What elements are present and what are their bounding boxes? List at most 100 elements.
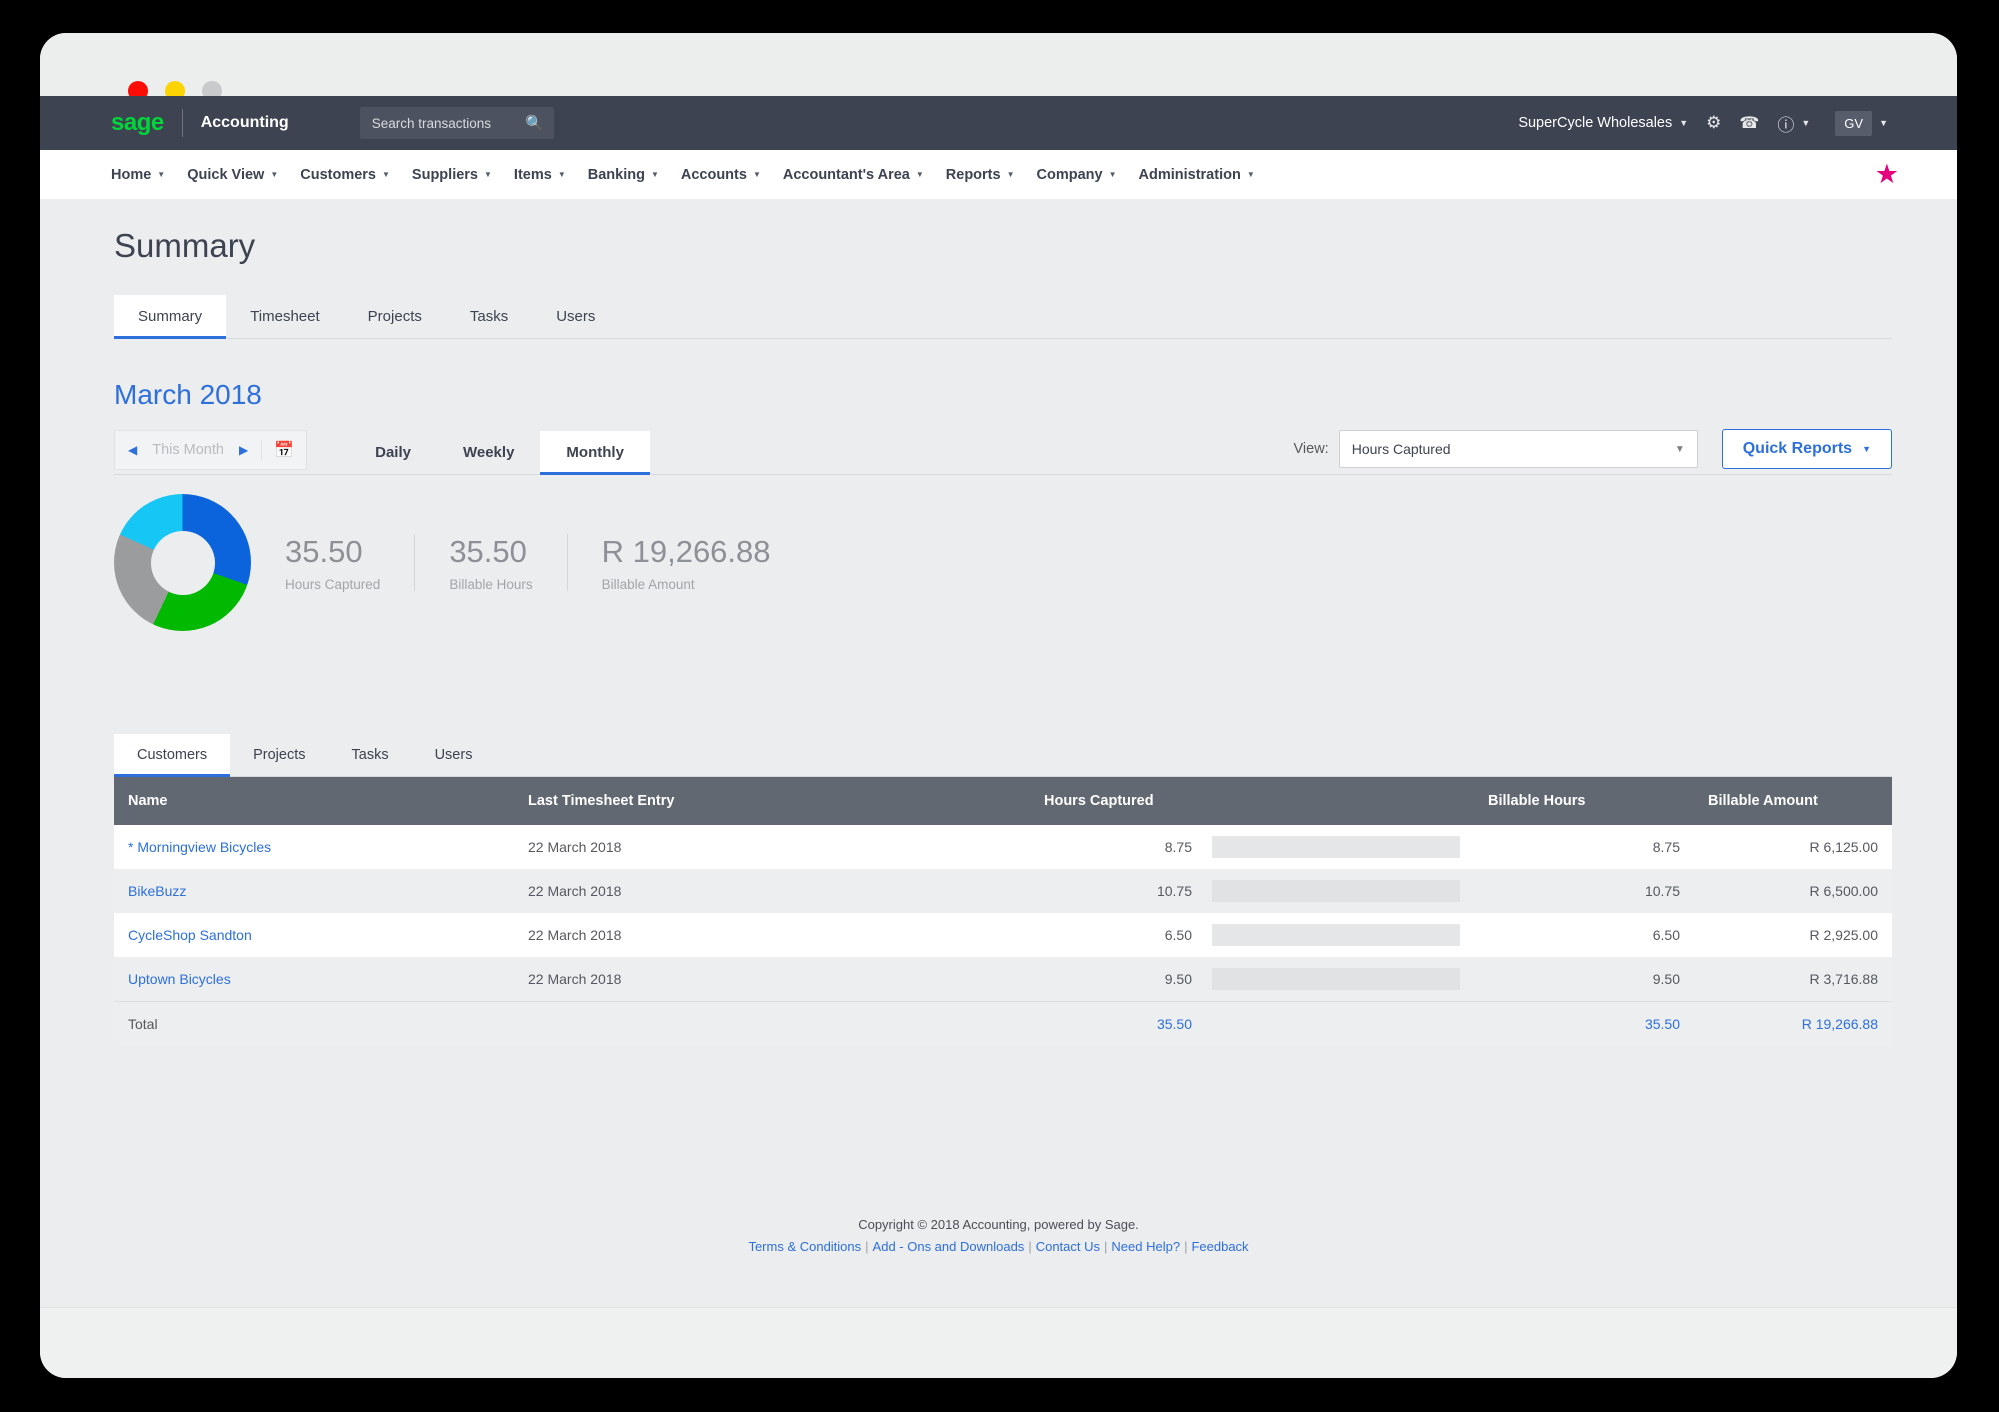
tab-timesheet[interactable]: Timesheet: [226, 295, 343, 338]
chevron-down-icon: ▼: [1006, 170, 1015, 179]
footer-sep: |: [1184, 1239, 1188, 1255]
quick-reports-label: Quick Reports: [1742, 440, 1853, 457]
footer-link-terms[interactable]: Terms & Conditions: [748, 1239, 861, 1254]
breakdown-tab-customers[interactable]: Customers: [114, 734, 231, 777]
user-menu-button[interactable]: GV ▼: [1819, 106, 1897, 140]
menu-item-suppliers[interactable]: Suppliers ▼: [412, 167, 492, 183]
table-row[interactable]: CycleShop Sandton 22 March 2018 6.50 6.50 R …: [114, 913, 1892, 957]
avatar: GV: [1835, 110, 1873, 136]
search-icon[interactable]: 🔍: [525, 114, 544, 132]
hours-captured-donut-chart: [114, 494, 251, 631]
search-box[interactable]: 🔍: [359, 107, 554, 139]
column-header-billable-hours[interactable]: Billable Hours: [1474, 777, 1694, 825]
breakdown-tab-users[interactable]: Users: [412, 734, 496, 776]
calendar-icon[interactable]: 📅: [261, 440, 306, 460]
star-icon[interactable]: ★: [1875, 161, 1899, 188]
cell-billable-amount: R 6,500.00: [1694, 869, 1892, 913]
menu-item-items[interactable]: Items ▼: [514, 167, 566, 183]
cell-last-timesheet-entry: 22 March 2018: [514, 957, 914, 1002]
menu-item-accounts[interactable]: Accounts ▼: [681, 167, 761, 183]
menu-label: Items: [513, 166, 552, 183]
stat-label: Billable Hours: [449, 577, 533, 593]
view-select-value: Hours Captured: [1351, 441, 1451, 457]
column-header-name[interactable]: Name: [114, 777, 514, 825]
hours-captured-value: 9.50: [1164, 971, 1192, 987]
stat-billable-hours: 35.50 Billable Hours: [415, 533, 566, 592]
column-header-last-entry[interactable]: Last Timesheet Entry: [514, 777, 914, 825]
month-navigator: ◀ This Month ▶ 📅: [114, 430, 308, 470]
stat-label: Billable Amount: [601, 577, 695, 593]
phone-support-button[interactable]: ☎: [1730, 106, 1768, 140]
page-content: Summary Summary Timesheet Projects Tasks…: [40, 199, 1957, 1309]
cell-hours-captured: 10.75: [914, 869, 1474, 913]
menu-item-home[interactable]: Home ▼: [111, 167, 165, 183]
tab-projects[interactable]: Projects: [344, 295, 446, 338]
chevron-down-icon: ▼: [1674, 443, 1685, 455]
tab-users[interactable]: Users: [532, 295, 619, 338]
total-hours-captured-value: 35.50: [1156, 1016, 1192, 1032]
stat-hours-captured: 35.50 Hours Captured: [251, 533, 414, 592]
cell-name: CycleShop Sandton: [114, 913, 514, 957]
chevron-down-icon: ▼: [484, 170, 492, 179]
table-row[interactable]: Uptown Bicycles 22 March 2018 9.50 9.50 R 3,…: [114, 957, 1892, 1002]
column-header-hours-captured[interactable]: Hours Captured: [914, 777, 1474, 825]
cell-billable-hours: 8.75: [1474, 825, 1694, 869]
menu-item-administration[interactable]: Administration ▼: [1139, 167, 1255, 183]
menu-item-banking[interactable]: Banking ▼: [588, 167, 659, 183]
footer-link-contact[interactable]: Contact Us: [1036, 1239, 1100, 1254]
footer-sep: |: [1028, 1239, 1032, 1255]
cell-total-hours-captured: 35.50: [914, 1001, 1474, 1046]
footer-link-help[interactable]: Need Help?: [1111, 1239, 1180, 1254]
copyright-text: Copyright © 2018 Accounting, powered by …: [858, 1217, 1139, 1232]
footer-link-addons[interactable]: Add - Ons and Downloads: [873, 1239, 1025, 1254]
sage-logo[interactable]: sage: [111, 111, 164, 135]
breakdown-section: Customers Projects Tasks Users Name Last…: [114, 729, 1892, 1046]
window-status-bar: [40, 1307, 1957, 1378]
help-menu-button[interactable]: ⓘ ▼: [1768, 106, 1819, 140]
cell-name: * Morningview Bicycles: [114, 825, 514, 869]
customer-link[interactable]: * Morningview Bicycles: [128, 839, 271, 855]
menu-item-accountants-area[interactable]: Accountant's Area ▼: [783, 167, 924, 183]
cell-total-label: Total: [114, 1001, 514, 1046]
cell-last-timesheet-entry: 22 March 2018: [514, 825, 914, 869]
footer-link-feedback[interactable]: Feedback: [1191, 1239, 1248, 1254]
customer-link[interactable]: BikeBuzz: [128, 883, 186, 899]
chevron-left-icon[interactable]: ◀: [115, 444, 150, 456]
chevron-down-icon: ▼: [382, 170, 390, 179]
customer-link[interactable]: CycleShop Sandton: [128, 927, 252, 943]
view-label: View:: [1293, 441, 1329, 457]
breakdown-tab-projects[interactable]: Projects: [230, 734, 328, 776]
tab-summary[interactable]: Summary: [114, 295, 227, 339]
granularity-monthly[interactable]: Monthly: [540, 431, 650, 475]
menu-item-reports[interactable]: Reports ▼: [946, 167, 1015, 183]
column-header-billable-amount[interactable]: Billable Amount: [1694, 777, 1892, 825]
chevron-right-icon[interactable]: ▶: [226, 444, 261, 456]
granularity-daily[interactable]: Daily: [349, 431, 437, 474]
page-title: Summary: [114, 227, 256, 264]
cell-hours-captured: 8.75: [914, 825, 1474, 869]
menu-item-quick-view[interactable]: Quick View ▼: [187, 167, 278, 183]
table-row[interactable]: * Morningview Bicycles 22 March 2018 8.75 8…: [114, 825, 1892, 869]
granularity-weekly[interactable]: Weekly: [437, 431, 540, 474]
page-footer: Copyright © 2018 Accounting, powered by …: [40, 1214, 1957, 1258]
customer-link[interactable]: Uptown Bicycles: [128, 971, 231, 987]
company-switcher[interactable]: SuperCycle Wholesales ▼: [1509, 106, 1697, 140]
menu-item-customers[interactable]: Customers ▼: [300, 167, 390, 183]
cell-billable-hours: 9.50: [1474, 957, 1694, 1002]
month-nav-label: This Month: [152, 442, 224, 458]
table-body: * Morningview Bicycles 22 March 2018 8.75 8…: [114, 825, 1892, 1046]
tab-tasks[interactable]: Tasks: [446, 295, 532, 338]
breakdown-tab-tasks[interactable]: Tasks: [329, 734, 412, 776]
chevron-down-icon: ▼: [915, 170, 924, 179]
hours-captured-bar: [1212, 836, 1460, 858]
menu-item-company[interactable]: Company ▼: [1037, 167, 1117, 183]
menu-label: Home: [111, 166, 152, 183]
settings-button[interactable]: ⚙: [1697, 106, 1730, 140]
cell-last-timesheet-entry: 22 March 2018: [514, 913, 914, 957]
summary-stats-row: 35.50 Hours Captured 35.50 Billable Hour…: [114, 494, 805, 631]
search-input[interactable]: [369, 114, 519, 132]
view-select[interactable]: Hours Captured ▼: [1338, 430, 1698, 468]
table-row[interactable]: BikeBuzz 22 March 2018 10.75 10.75 R 6,500.0…: [114, 869, 1892, 913]
quick-reports-button[interactable]: Quick Reports ▼: [1721, 429, 1892, 469]
cell-total-billable-hours: 35.50: [1474, 1001, 1694, 1046]
